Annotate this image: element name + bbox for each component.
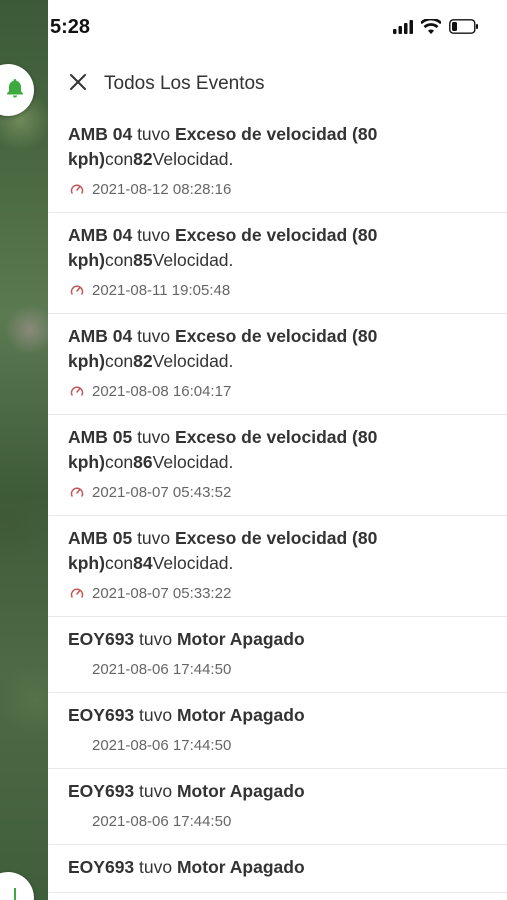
event-item[interactable]: AMB 04 tuvo Exceso de velocidad (80 kph)…	[48, 314, 507, 415]
speedometer-icon	[68, 584, 86, 602]
event-date: 2021-08-11 19:05:48	[92, 281, 231, 299]
page-title: Todos Los Eventos	[104, 73, 265, 94]
event-meta: 2021-08-08 16:04:17	[68, 380, 487, 402]
event-list: AMB 04 tuvo Exceso de velocidad (80 kph)…	[48, 112, 507, 893]
bell-icon	[6, 78, 24, 102]
event-text: EOY693 tuvo Motor Apagado	[68, 855, 487, 880]
event-date: 2021-08-07 05:33:22	[92, 584, 232, 602]
event-item[interactable]: AMB 05 tuvo Exceso de velocidad (80 kph)…	[48, 415, 507, 516]
event-connector: con	[104, 553, 134, 573]
event-verb: tuvo	[137, 427, 171, 447]
events-panel: Todos Los Eventos AMB 04 tuvo Exceso de …	[48, 56, 507, 900]
event-text: AMB 04 tuvo Exceso de velocidad (80 kph)…	[68, 223, 487, 273]
event-device: AMB 05	[68, 528, 133, 548]
speedometer-icon	[68, 483, 86, 501]
event-device: AMB 05	[68, 427, 133, 447]
event-device: EOY693	[68, 629, 135, 649]
close-icon	[69, 73, 87, 95]
event-suffix: Velocidad.	[152, 351, 234, 371]
event-meta: 2021-08-06 17:44:50	[68, 810, 487, 832]
event-item[interactable]: EOY693 tuvo Motor Apagado	[48, 845, 507, 893]
event-date: 2021-08-08 16:04:17	[92, 382, 232, 400]
wifi-icon	[420, 17, 442, 38]
event-connector: con	[104, 149, 134, 169]
event-text: EOY693 tuvo Motor Apagado	[68, 627, 487, 652]
event-device: EOY693	[68, 705, 135, 725]
event-text: AMB 05 tuvo Exceso de velocidad (80 kph)…	[68, 425, 487, 475]
event-verb: tuvo	[139, 781, 173, 801]
event-verb: tuvo	[139, 705, 173, 725]
event-text: AMB 05 tuvo Exceso de velocidad (80 kph)…	[68, 526, 487, 576]
status-bar: 5:28	[48, 0, 507, 56]
event-device: EOY693	[68, 857, 135, 877]
event-connector: con	[104, 250, 134, 270]
event-meta: 2021-08-06 17:44:50	[68, 658, 487, 680]
event-value: 84	[133, 553, 153, 573]
event-meta: 2021-08-11 19:05:48	[68, 279, 487, 301]
event-icon-placeholder	[68, 660, 86, 678]
event-type: Motor Apagado	[176, 781, 305, 801]
event-item[interactable]: AMB 04 tuvo Exceso de velocidad (80 kph)…	[48, 213, 507, 314]
event-meta: 2021-08-06 17:44:50	[68, 734, 487, 756]
event-meta: 2021-08-07 05:33:22	[68, 582, 487, 604]
event-date: 2021-08-06 17:44:50	[92, 812, 232, 830]
map-background[interactable]	[0, 0, 48, 900]
event-date: 2021-08-06 17:44:50	[92, 736, 232, 754]
speedometer-icon	[68, 382, 86, 400]
event-icon-placeholder	[68, 812, 86, 830]
speedometer-icon	[68, 180, 86, 198]
event-text: EOY693 tuvo Motor Apagado	[68, 779, 487, 804]
event-type: Motor Apagado	[176, 705, 305, 725]
event-suffix: Velocidad.	[152, 149, 234, 169]
event-item[interactable]: EOY693 tuvo Motor Apagado 2021-08-06 17:…	[48, 693, 507, 769]
event-text: AMB 04 tuvo Exceso de velocidad (80 kph)…	[68, 122, 487, 172]
event-verb: tuvo	[139, 629, 173, 649]
event-date: 2021-08-12 08:28:16	[92, 180, 232, 198]
event-type: Motor Apagado	[176, 857, 305, 877]
event-verb: tuvo	[137, 225, 171, 245]
event-item[interactable]: EOY693 tuvo Motor Apagado 2021-08-06 17:…	[48, 769, 507, 845]
event-connector: con	[104, 351, 134, 371]
event-device: AMB 04	[68, 124, 133, 144]
event-type: Motor Apagado	[176, 629, 305, 649]
event-value: 82	[133, 351, 153, 371]
close-button[interactable]	[66, 72, 90, 96]
event-connector: con	[104, 452, 134, 472]
event-device: AMB 04	[68, 326, 133, 346]
battery-icon	[449, 19, 479, 38]
status-time: 5:28	[50, 16, 91, 38]
event-verb: tuvo	[137, 326, 171, 346]
event-item[interactable]: EOY693 tuvo Motor Apagado 2021-08-06 17:…	[48, 617, 507, 693]
event-date: 2021-08-06 17:44:50	[92, 660, 232, 678]
event-text: AMB 04 tuvo Exceso de velocidad (80 kph)…	[68, 324, 487, 374]
event-value: 85	[133, 250, 153, 270]
event-meta: 2021-08-07 05:43:52	[68, 481, 487, 503]
event-verb: tuvo	[139, 857, 173, 877]
status-icons	[393, 17, 479, 38]
event-meta: 2021-08-12 08:28:16	[68, 178, 487, 200]
event-date: 2021-08-07 05:43:52	[92, 483, 232, 501]
event-item[interactable]: AMB 05 tuvo Exceso de velocidad (80 kph)…	[48, 516, 507, 617]
event-verb: tuvo	[137, 528, 171, 548]
signal-icon	[393, 19, 413, 38]
event-device: EOY693	[68, 781, 135, 801]
event-item[interactable]: AMB 04 tuvo Exceso de velocidad (80 kph)…	[48, 112, 507, 213]
event-value: 82	[133, 149, 153, 169]
map-action-icon	[6, 886, 24, 900]
event-value: 86	[133, 452, 153, 472]
event-device: AMB 04	[68, 225, 133, 245]
event-suffix: Velocidad.	[152, 452, 234, 472]
event-suffix: Velocidad.	[152, 553, 234, 573]
event-verb: tuvo	[137, 124, 171, 144]
panel-header: Todos Los Eventos	[48, 56, 507, 112]
speedometer-icon	[68, 281, 86, 299]
event-text: EOY693 tuvo Motor Apagado	[68, 703, 487, 728]
event-icon-placeholder	[68, 736, 86, 754]
event-suffix: Velocidad.	[152, 250, 234, 270]
